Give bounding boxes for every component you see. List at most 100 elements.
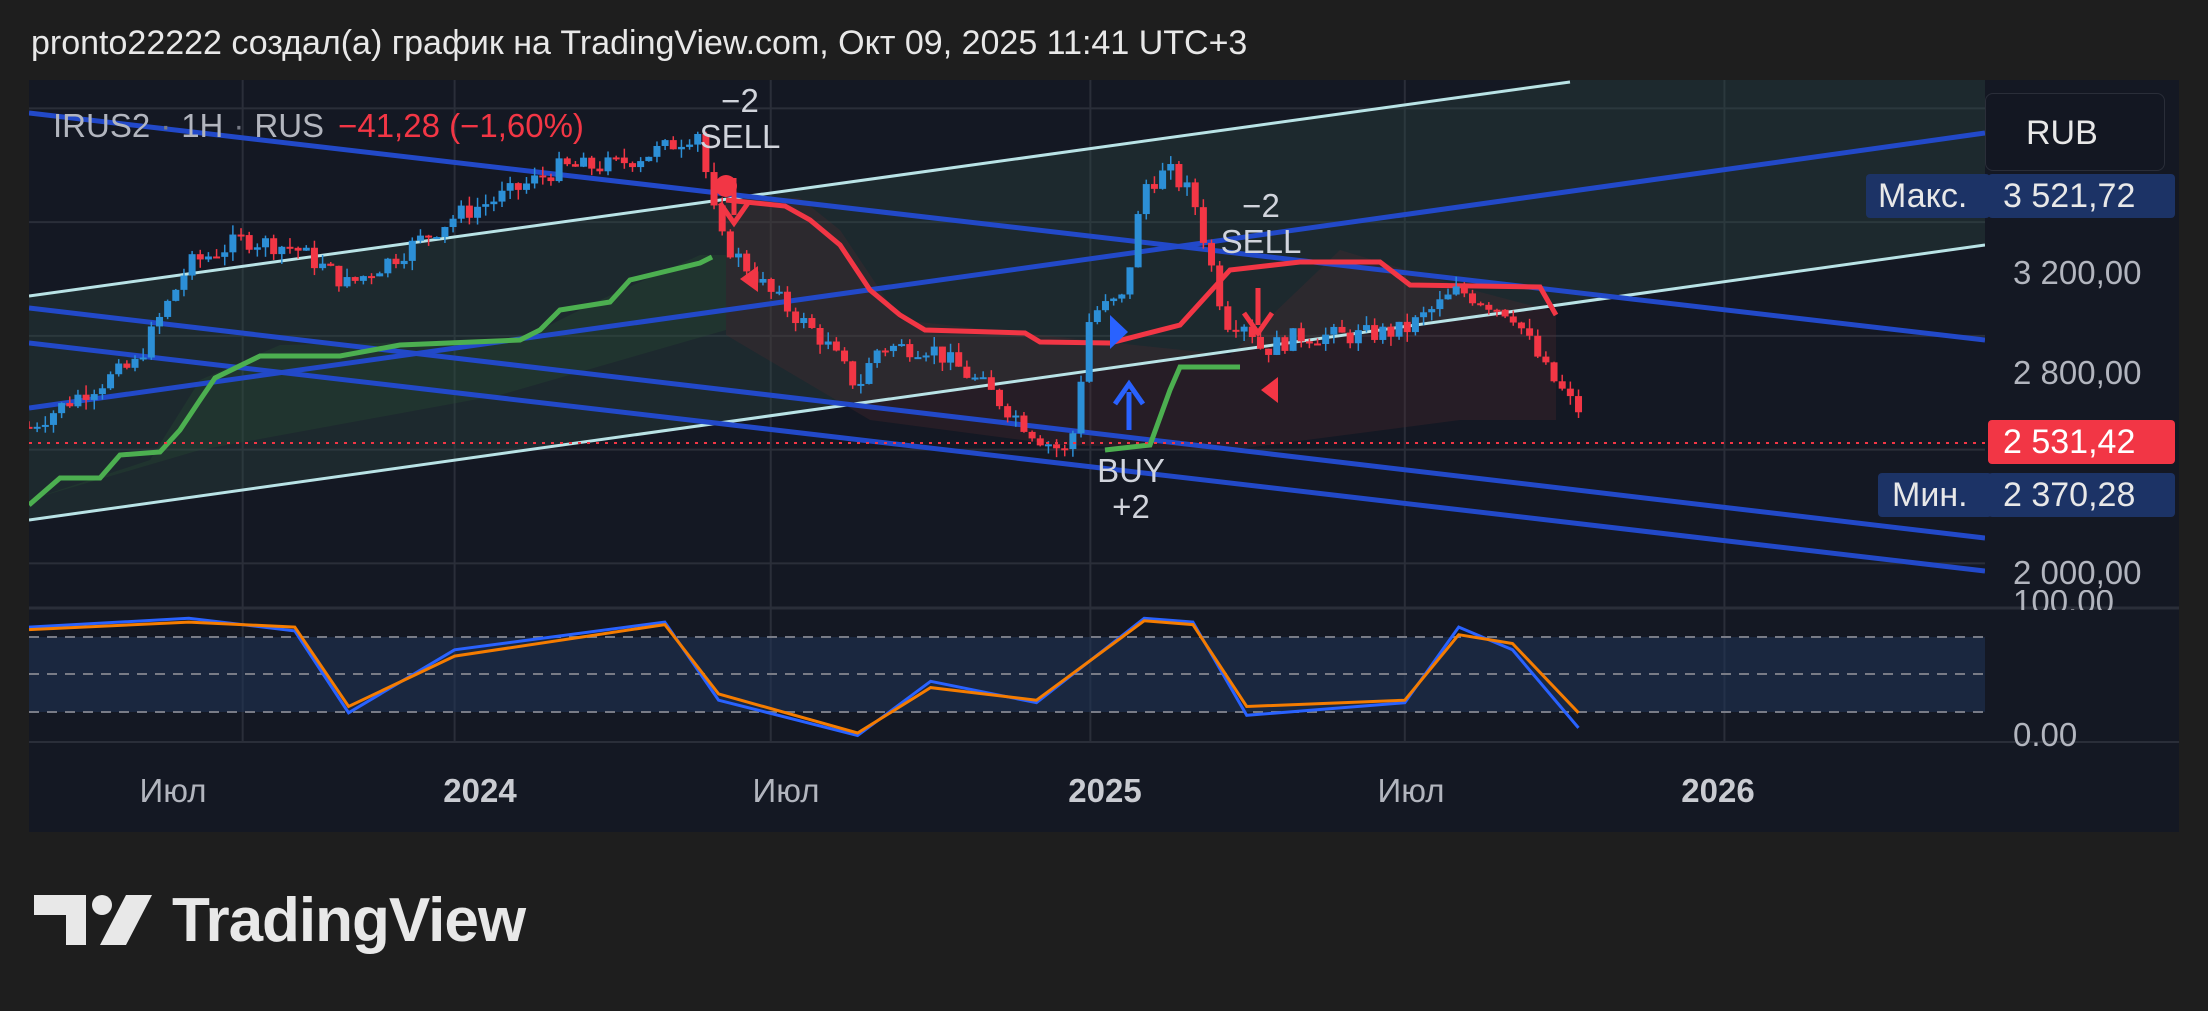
tradingview-logo-text: TradingView (172, 885, 526, 955)
candle-up (1395, 321, 1403, 337)
candle-up (1012, 415, 1020, 418)
candle-down (66, 403, 74, 407)
currency-button[interactable]: RUB (1985, 93, 2165, 171)
candle-up (865, 363, 873, 384)
max-label-tag: Макс. (1866, 174, 1990, 218)
candle-up (433, 237, 441, 240)
candle-down (963, 366, 971, 378)
legend-separator: · (233, 107, 245, 144)
candle-down (1265, 348, 1273, 355)
candle-down (1028, 431, 1036, 439)
candle-up (1428, 309, 1436, 313)
candle-down (1501, 309, 1509, 317)
candle-up (139, 357, 147, 360)
candle-up (1183, 182, 1191, 188)
legend-change: −41,28 (−1,60%) (338, 107, 584, 144)
candle-up (1444, 294, 1452, 300)
candle-up (661, 140, 669, 146)
candle-up (580, 157, 588, 167)
sell-signal-label: −2 SELL (700, 83, 781, 155)
candle-down (987, 377, 995, 390)
candle-up (98, 388, 106, 395)
signal-type: BUY (1097, 452, 1165, 489)
candle-down (1338, 326, 1346, 333)
candle-up (1240, 326, 1248, 332)
candle-down (327, 263, 335, 266)
time-axis-label: Июл (139, 772, 207, 809)
candle-down (588, 157, 596, 169)
candle-down (1346, 332, 1354, 344)
candle-down (1566, 388, 1574, 397)
candle-up (857, 383, 865, 386)
candle-down (767, 278, 775, 292)
time-axis-label: 2024 (443, 772, 517, 809)
candle-up (604, 157, 612, 172)
time-axis-label: Июл (752, 772, 820, 809)
candle-down (1526, 328, 1534, 336)
candle-up (1322, 334, 1330, 345)
candle-up (441, 227, 449, 238)
signal-size: +2 (1112, 488, 1150, 525)
candle-up (172, 289, 180, 301)
candle-up (1134, 214, 1142, 268)
candle-up (33, 426, 41, 429)
legend-separator: · (160, 107, 172, 144)
candle-up (221, 252, 229, 257)
candle-up (979, 377, 987, 380)
candle-up (971, 377, 979, 380)
candle-up (1273, 337, 1281, 355)
candle-down (1036, 438, 1044, 446)
candle-down (351, 277, 359, 281)
candle-up (1126, 267, 1134, 295)
candle-up (457, 205, 465, 219)
candle-up (824, 341, 832, 345)
symbol-legend[interactable]: IRUS2 · 1H · RUS −41,28 (−1,60%) (53, 107, 584, 145)
candle-up (1452, 286, 1460, 295)
candle-up (41, 424, 49, 427)
candle-up (1289, 328, 1297, 351)
candle-down (1550, 362, 1558, 382)
candle-down (1191, 182, 1199, 208)
candle-down (1542, 356, 1550, 363)
min-value-tag: 2 370,28 (1988, 473, 2175, 517)
candle-down (783, 291, 791, 312)
candle-up (498, 190, 506, 202)
candle-up (229, 234, 237, 253)
candle-up (343, 277, 351, 287)
candle-up (180, 275, 188, 290)
candle-down (620, 157, 628, 164)
candle-up (1142, 184, 1150, 215)
candle-up (759, 278, 767, 283)
candle-down (392, 258, 400, 265)
candle-down (310, 247, 318, 269)
candle-up (930, 346, 938, 356)
candle-up (359, 276, 367, 281)
candle-up (947, 352, 955, 363)
candle-down (906, 344, 914, 358)
signal-type: SELL (699, 118, 781, 155)
candle-up (1411, 317, 1419, 333)
candle-down (628, 163, 636, 168)
legend-symbol: IRUS2 (53, 107, 151, 144)
price-axis-label: 3 200,00 (2013, 254, 2142, 291)
candle-up (278, 246, 286, 255)
candle-up (914, 357, 922, 360)
candle-down (612, 157, 620, 160)
candle-down (1224, 306, 1232, 330)
candle-down (669, 140, 677, 150)
candle-down (1232, 329, 1240, 332)
candle-down (1517, 322, 1525, 329)
candle-up (1167, 164, 1175, 171)
candle-up (1159, 170, 1167, 189)
candle-up (1118, 294, 1126, 299)
candle-down (1004, 406, 1012, 418)
candle-up (188, 254, 196, 276)
candle-up (800, 318, 808, 324)
candle-up (253, 247, 261, 250)
candle-down (1460, 286, 1468, 294)
candle-up (449, 218, 457, 228)
price-axis-label: 2 800,00 (2013, 354, 2142, 391)
candle-up (58, 403, 66, 414)
candle-up (775, 291, 783, 294)
tradingview-logo[interactable]: TradingView (34, 886, 526, 955)
